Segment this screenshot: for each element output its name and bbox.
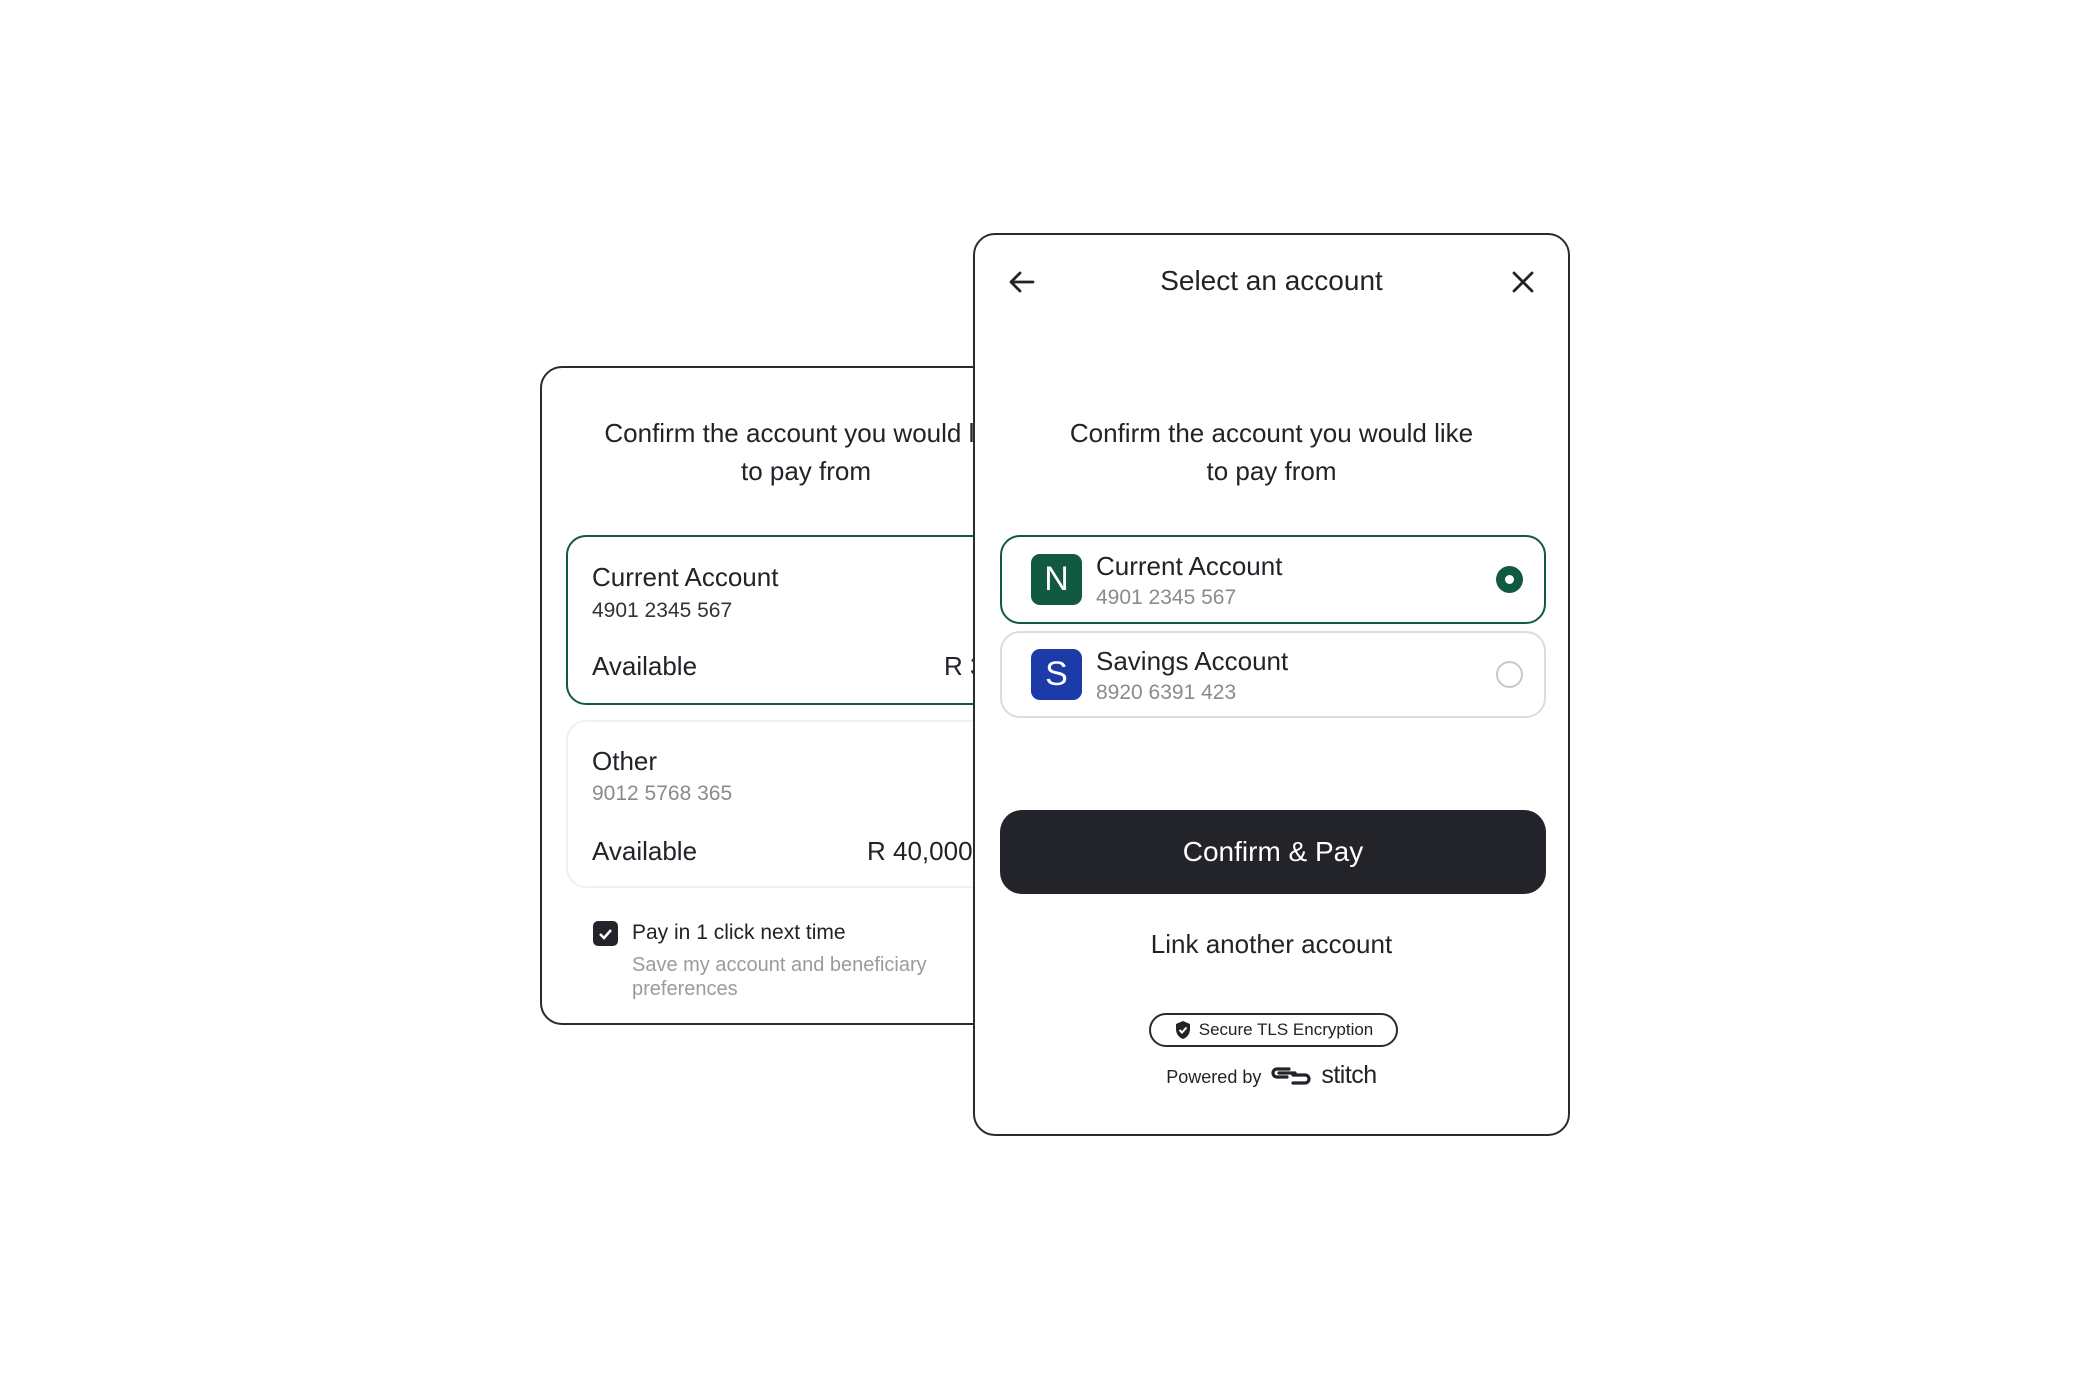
checkmark-icon [599, 928, 612, 940]
account-option-savings[interactable]: S Savings Account 8920 6391 423 [1000, 631, 1546, 718]
close-icon [1512, 271, 1534, 293]
available-label: Available [592, 651, 698, 681]
available-label: Available [592, 836, 698, 866]
checkbox-description: Save my account and beneficiary preferen… [632, 953, 927, 1001]
available-value: R 40,000 [867, 836, 973, 866]
checkbox-label: Pay in 1 click next time [632, 921, 846, 944]
account-name: Other [592, 746, 658, 776]
stitch-logo-icon [1271, 1066, 1311, 1085]
confirm-pay-button[interactable]: Confirm & Pay [1000, 810, 1546, 894]
account-name: Savings Account [1096, 646, 1289, 676]
security-badge: Secure TLS Encryption [1149, 1013, 1398, 1047]
description-line: preferences [632, 978, 738, 1000]
account-number: 4901 2345 567 [1096, 586, 1237, 609]
radio-selected[interactable] [1496, 566, 1523, 593]
account-number: 9012 5768 365 [592, 782, 733, 805]
account-number: 4901 2345 567 [592, 599, 733, 622]
account-number: 8920 6391 423 [1096, 681, 1237, 704]
account-name: Current Account [592, 562, 779, 592]
powered-by-text: Powered by [1166, 1067, 1262, 1087]
close-button[interactable] [1509, 268, 1537, 296]
pay-one-click-checkbox[interactable] [593, 921, 618, 946]
bank-avatar: N [1031, 554, 1082, 605]
subtitle-line: Confirm the account you would like [1069, 418, 1474, 448]
account-name: Current Account [1096, 551, 1283, 581]
security-badge-text: Secure TLS Encryption [1198, 1020, 1374, 1039]
dialog-subtitle: Confirm the account you would like to pa… [975, 414, 1568, 490]
account-option-current[interactable]: N Current Account 4901 2345 567 [1000, 535, 1546, 624]
bank-avatar: S [1031, 649, 1082, 700]
brand-name: stitch [1321, 1061, 1377, 1089]
powered-by: Powered by stitch [975, 1061, 1568, 1090]
description-line: Save my account and beneficiary [632, 954, 927, 976]
select-account-dialog: Select an account Confirm the account yo… [973, 233, 1570, 1136]
link-another-account-link[interactable]: Link another account [975, 929, 1568, 960]
radio-unselected[interactable] [1496, 661, 1523, 688]
dialog-title: Select an account [1160, 265, 1383, 296]
shield-check-icon [1175, 1021, 1190, 1039]
subtitle-line: to pay from [1206, 456, 1337, 486]
